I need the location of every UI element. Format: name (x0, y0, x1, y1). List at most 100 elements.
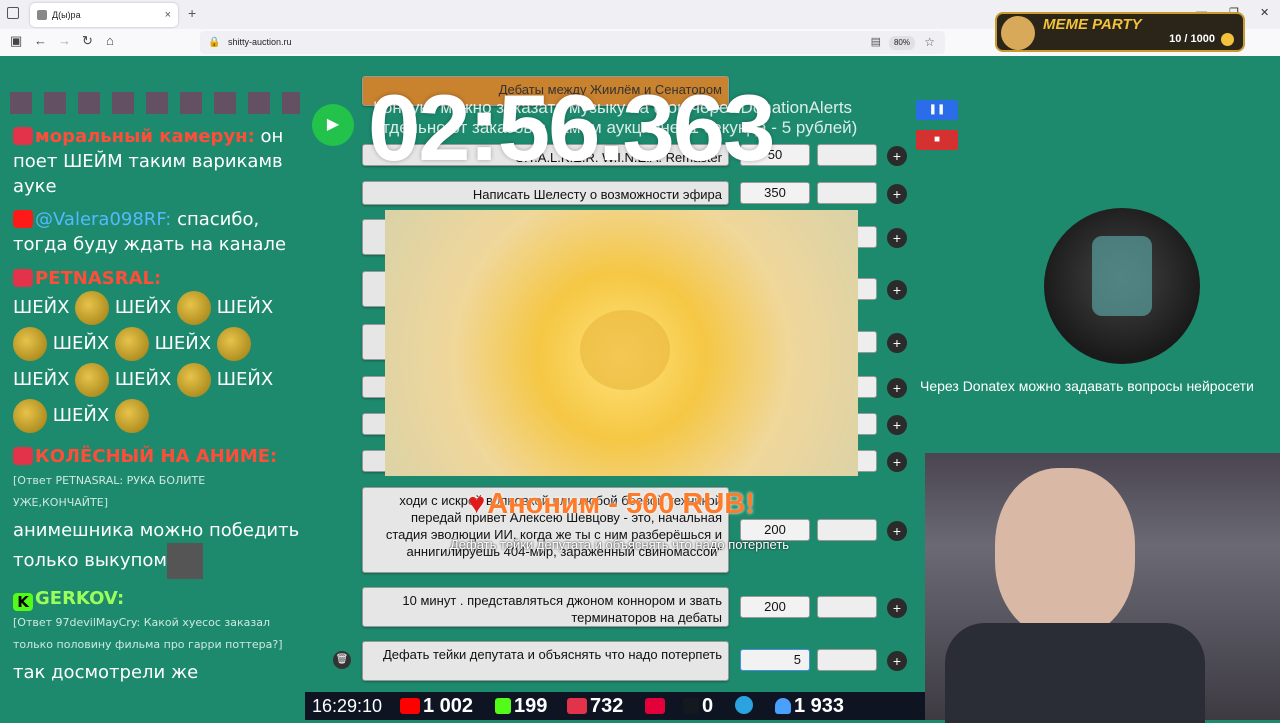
add-button[interactable]: + (887, 415, 907, 435)
chat-nick: PETNASRAL: (35, 268, 162, 289)
lot-title[interactable]: 10 минут . представляться джоном конноро… (362, 587, 729, 627)
add-button[interactable]: + (887, 651, 907, 671)
face-emote-icon (166, 543, 203, 579)
rutube-viewers: 0 (683, 692, 713, 720)
meme-party-title: MEME PARTY (1043, 16, 1142, 33)
add-button[interactable]: + (887, 280, 907, 300)
chat-text: анимешника можно победить только выкупом (13, 520, 300, 571)
tab-close-icon[interactable]: × (165, 3, 171, 27)
chat-text: так досмотрели же (13, 662, 199, 683)
trash-icon[interactable]: 🗑 (333, 651, 351, 669)
emote-word: ШЕЙХ (13, 297, 70, 318)
url-bar[interactable]: 🔒 shitty-auction.ru ▤ 80% ☆ (200, 31, 945, 54)
vk-live-badge-icon (13, 127, 33, 145)
lock-icon: 🔒 (208, 37, 221, 48)
emote-icon (114, 399, 149, 433)
chat-message: так досмотрели же (13, 660, 303, 685)
emote-word: ШЕЙХ (52, 405, 110, 426)
emote-line: ШЕЙХ ШЕЙХ ШЕЙХ (13, 290, 273, 326)
lot-title[interactable]: Дефать тейки депутата и объяснять что на… (362, 641, 729, 681)
add-button[interactable]: + (887, 521, 907, 541)
forward-button[interactable]: → (58, 33, 71, 48)
vk-count: 732 (590, 695, 624, 717)
add-button[interactable]: + (887, 452, 907, 472)
youtube-viewers: 1 002 (400, 692, 473, 720)
bookmark-star-icon[interactable]: ☆ (924, 31, 935, 54)
emote-icon (13, 399, 47, 433)
donatex-info-text: Через Donatex можно задавать вопросы ней… (920, 378, 1254, 394)
stop-button[interactable]: ■ (916, 130, 958, 150)
add-button[interactable]: + (887, 184, 907, 204)
emote-line: ШЕЙХ ШЕЙХ ШЕЙХ (13, 362, 273, 398)
emote-line: ШЕЙХ ШЕЙХ (13, 326, 251, 362)
zoom-level[interactable]: 80% (888, 36, 915, 50)
back-button[interactable]: ← (34, 33, 47, 48)
lot-add-input[interactable] (817, 519, 877, 541)
vtuber-avatar (1044, 208, 1200, 364)
add-button[interactable]: + (887, 146, 907, 166)
chat-reply: [Ответ PETNASRAL: РУКА БОЛИТЕ УЖЕ,КОНЧАЙ… (13, 474, 206, 509)
chat-panel: моральный камерун: он поет ШЕЙМ таким ва… (0, 56, 305, 720)
lot-add-input[interactable] (817, 596, 877, 618)
chat-nick: КОЛЁСНЫЙ НА АНИМЕ: (35, 446, 278, 467)
close-window-button[interactable]: ✕ (1260, 6, 1269, 19)
avatar-figure (1092, 236, 1152, 316)
clock-text: 16:29:10 (312, 696, 383, 716)
add-button[interactable]: + (887, 228, 907, 248)
emote-icon (75, 363, 110, 397)
pause-button[interactable]: ❚❚ (916, 100, 958, 120)
emote-word: ШЕЙХ (114, 297, 172, 318)
lot-amount[interactable]: 350 (740, 182, 810, 204)
kick-viewers: 199 (495, 692, 547, 720)
new-tab-button[interactable]: + (188, 5, 196, 21)
lot-title[interactable]: Написать Шелесту о возможности эфира (362, 181, 729, 205)
add-button[interactable]: + (887, 333, 907, 353)
tab-active[interactable]: Д(ы)ра × (30, 3, 178, 27)
doge-icon (1001, 16, 1035, 50)
kick-count: 199 (514, 695, 548, 717)
lot-add-input[interactable] (817, 144, 877, 166)
rutube-icon (683, 698, 699, 714)
user-icon (775, 698, 791, 714)
reader-view-icon[interactable]: ▤ (871, 31, 881, 54)
emote-icon (114, 327, 149, 361)
sidebar-icon[interactable]: ▣ (10, 33, 22, 49)
chat-message: КОЛЁСНЫЙ НА АНИМЕ: (13, 444, 303, 469)
meme-party-count: 10 / 1000 (1169, 33, 1215, 45)
emote-word: ШЕЙХ (13, 369, 70, 390)
vk-live-viewers: 732 (567, 692, 623, 720)
vk-live-icon (567, 698, 587, 714)
auction-timer: 02:56.363 (368, 75, 775, 180)
rutube-count: 0 (702, 695, 714, 717)
chat-nick: моральный камерун: (35, 126, 255, 147)
reload-button[interactable]: ↻ (82, 33, 93, 49)
lot-amount-input[interactable]: 5 (740, 649, 810, 671)
youtube-icon (400, 698, 420, 714)
emote-icon (75, 291, 110, 325)
vk-live-badge-icon (13, 269, 33, 287)
viewers-count: 1 933 (794, 695, 845, 717)
emote-line: ШЕЙХ (13, 398, 149, 434)
tab-list-icon[interactable] (7, 7, 19, 19)
chat-message: @Valera098RF: спасибо, тогда буду ждать … (13, 207, 303, 257)
youtube-badge-icon (13, 210, 33, 228)
chat-nick: @Valera098RF: (35, 209, 172, 230)
chat-message: анимешника можно победить только выкупом (13, 518, 303, 579)
emote-word: ШЕЙХ (52, 333, 110, 354)
add-button[interactable]: + (887, 598, 907, 618)
play-button[interactable]: ▶ (312, 104, 354, 146)
lot-amount[interactable]: 200 (740, 596, 810, 618)
chat-nick: GERKOV: (35, 588, 125, 609)
sun-video (385, 210, 858, 476)
favicon-icon (37, 10, 47, 20)
home-button[interactable]: ⌂ (106, 33, 114, 48)
lot-add-input[interactable] (817, 649, 877, 671)
donation-alert: ♥Аноним - 500 RUB! (468, 488, 755, 521)
emote-icon (13, 327, 47, 361)
emote-word: ШЕЙХ (216, 369, 274, 390)
url-text: shitty-auction.ru (228, 37, 292, 47)
add-button[interactable]: + (887, 378, 907, 398)
emote-word: ШЕЙХ (216, 297, 274, 318)
lot-add-input[interactable] (817, 182, 877, 204)
chat-message: моральный камерун: он поет ШЕЙМ таким ва… (13, 124, 303, 199)
